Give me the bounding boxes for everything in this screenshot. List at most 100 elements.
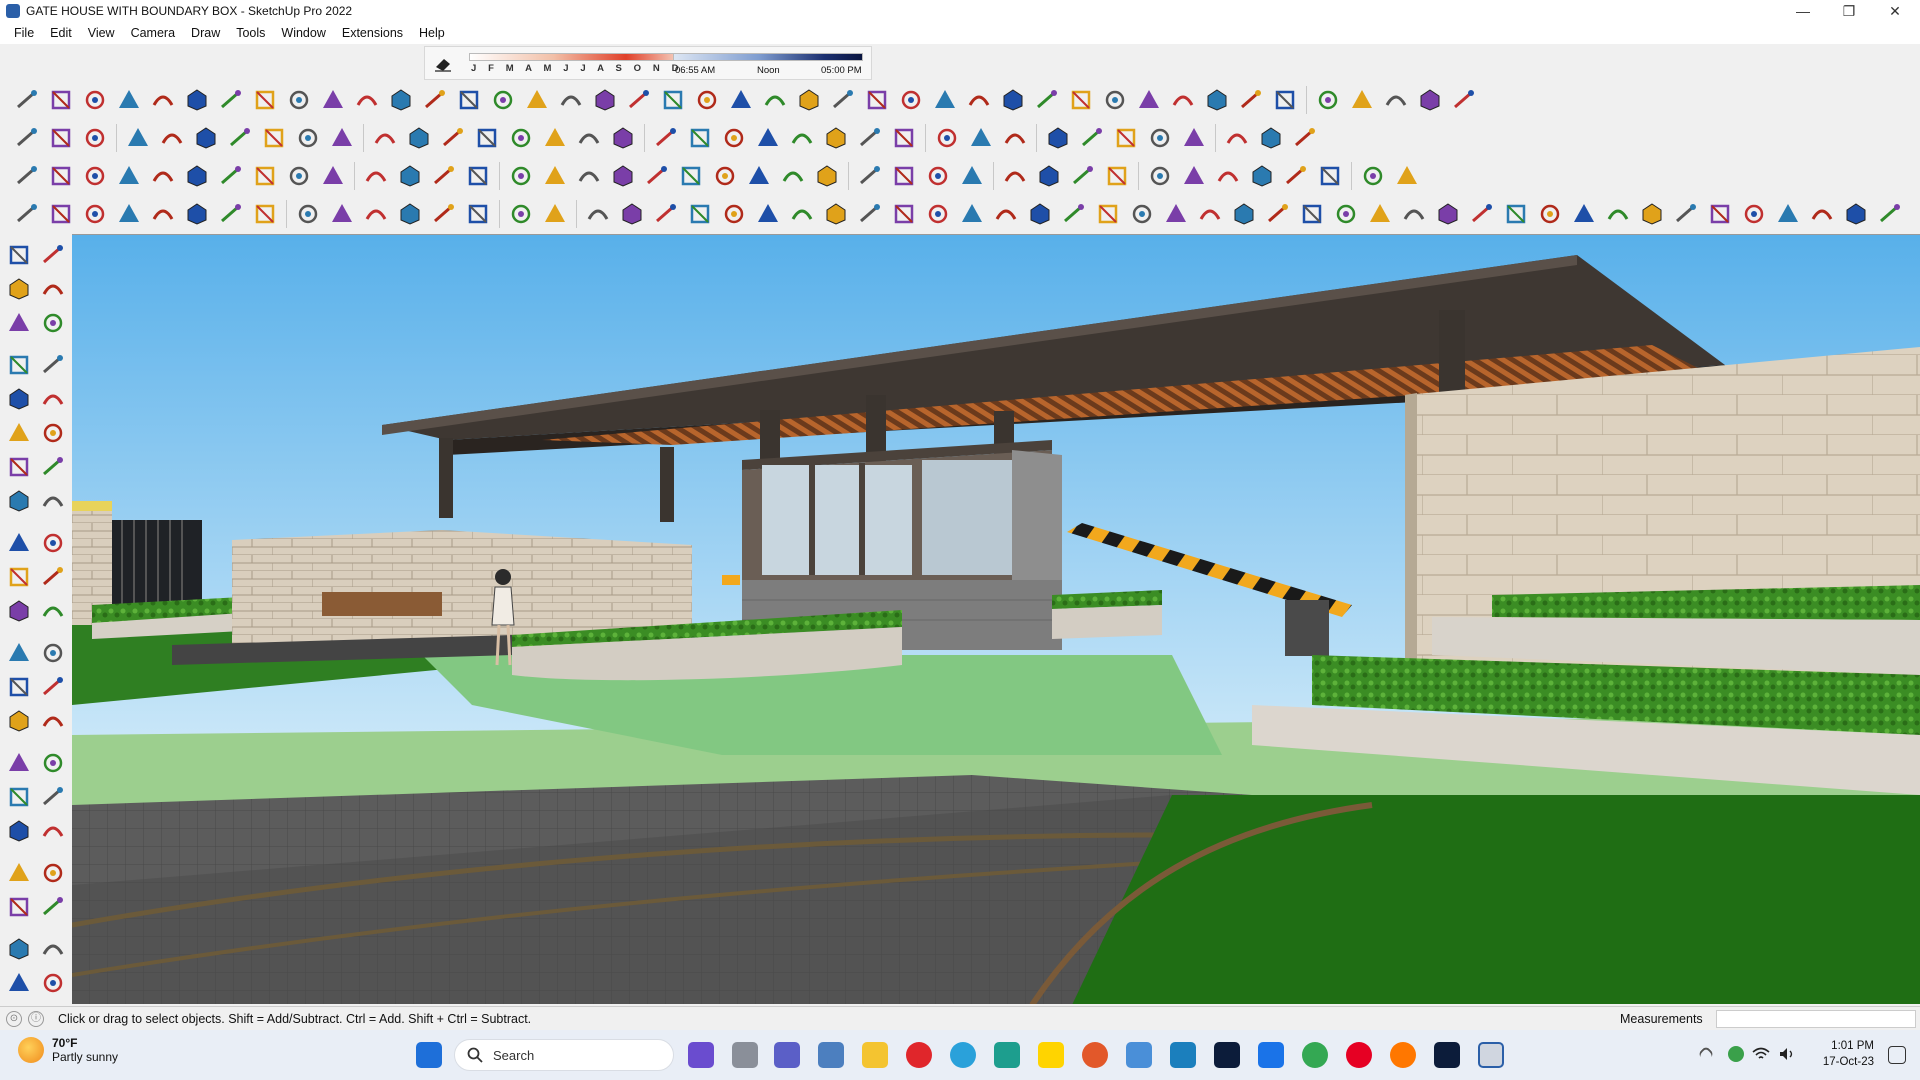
row3-tool-2-icon[interactable] (44, 159, 78, 193)
row2-tool-18-icon[interactable] (606, 121, 640, 155)
menu-view[interactable]: View (80, 26, 123, 40)
row1-tool-18-icon[interactable] (588, 83, 622, 117)
row1-tool-28-icon[interactable] (928, 83, 962, 117)
rectangle-icon[interactable] (2, 382, 36, 416)
row4-tool-10-icon[interactable] (325, 197, 359, 231)
row2-tool-13-icon[interactable] (436, 121, 470, 155)
row4-tool-30-icon[interactable] (1023, 197, 1057, 231)
row3-tool-32-icon[interactable] (1100, 159, 1134, 193)
taskbar-app-telegram-icon[interactable] (950, 1042, 976, 1068)
row4-tool-48-icon[interactable] (1635, 197, 1669, 231)
row2-tool-24-icon[interactable] (819, 121, 853, 155)
row3-tool-17-icon[interactable] (572, 159, 606, 193)
row4-tool-47-icon[interactable] (1601, 197, 1635, 231)
row1-tool-25-icon[interactable] (826, 83, 860, 117)
row3-tool-13-icon[interactable] (427, 159, 461, 193)
row1-tool-20-icon[interactable] (656, 83, 690, 117)
row3-tool-18-icon[interactable] (606, 159, 640, 193)
row1-tool-11-icon[interactable] (350, 83, 384, 117)
row4-tool-43-icon[interactable] (1465, 197, 1499, 231)
taskbar-app-opera-icon[interactable] (906, 1042, 932, 1068)
section-plane-icon[interactable] (36, 890, 70, 924)
row4-tool-32-icon[interactable] (1091, 197, 1125, 231)
row4-tool-42-icon[interactable] (1431, 197, 1465, 231)
row3-tool-25-icon[interactable] (853, 159, 887, 193)
row4-tool-44-icon[interactable] (1499, 197, 1533, 231)
scale-icon[interactable] (2, 594, 36, 628)
row4-tool-9-icon[interactable] (291, 197, 325, 231)
row2-tool-19-icon[interactable] (649, 121, 683, 155)
row4-tool-36-icon[interactable] (1227, 197, 1261, 231)
pan-icon[interactable] (36, 746, 70, 780)
row4-tool-14-icon[interactable] (461, 197, 495, 231)
taskbar-search[interactable]: Search (454, 1039, 674, 1071)
row3-tool-27-icon[interactable] (921, 159, 955, 193)
row4-tool-13-icon[interactable] (427, 197, 461, 231)
row3-tool-37-icon[interactable] (1279, 159, 1313, 193)
row3-tool-28-icon[interactable] (955, 159, 989, 193)
row1-tool-9-icon[interactable] (282, 83, 316, 117)
row4-tool-17-icon[interactable] (581, 197, 615, 231)
row1-tool-15-icon[interactable] (486, 83, 520, 117)
menu-window[interactable]: Window (273, 26, 333, 40)
row1-tool-7-icon[interactable] (214, 83, 248, 117)
zoom-window-icon[interactable] (36, 780, 70, 814)
maximize-button[interactable]: ❐ (1826, 0, 1872, 22)
walk-icon[interactable] (2, 890, 36, 924)
row2-tool-25-icon[interactable] (853, 121, 887, 155)
row1-tool-21-icon[interactable] (690, 83, 724, 117)
wifi-icon[interactable] (1752, 1046, 1770, 1062)
row2-tool-3-icon[interactable] (78, 121, 112, 155)
row1-tool-39-icon[interactable] (1311, 83, 1345, 117)
row4-tool-19-icon[interactable] (649, 197, 683, 231)
menu-help[interactable]: Help (411, 26, 453, 40)
tray-overflow-icon[interactable] (1697, 1045, 1715, 1063)
row2-tool-20-icon[interactable] (683, 121, 717, 155)
row4-tool-15-icon[interactable] (504, 197, 538, 231)
row1-tool-31-icon[interactable] (1030, 83, 1064, 117)
row2-tool-29-icon[interactable] (998, 121, 1032, 155)
row3-tool-16-icon[interactable] (538, 159, 572, 193)
freehand-icon[interactable] (36, 348, 70, 382)
time-slider[interactable] (673, 53, 863, 61)
geo-location-icon[interactable]: ⊙ (6, 1010, 22, 1027)
arc-icon[interactable] (2, 450, 36, 484)
tray-status-icon[interactable] (1728, 1046, 1744, 1062)
row4-tool-11-icon[interactable] (359, 197, 393, 231)
row2-tool-32-icon[interactable] (1109, 121, 1143, 155)
drape-icon[interactable] (36, 966, 70, 1000)
menu-edit[interactable]: Edit (42, 26, 80, 40)
row1-tool-2-icon[interactable] (44, 83, 78, 117)
zoom-previous-icon[interactable] (36, 814, 70, 848)
dimension-icon[interactable] (36, 636, 70, 670)
row3-tool-33-icon[interactable] (1143, 159, 1177, 193)
sandbox-icon[interactable] (36, 932, 70, 966)
taskbar-app-photoshop-icon[interactable] (1214, 1042, 1240, 1068)
row4-tool-16-icon[interactable] (538, 197, 572, 231)
row3-tool-24-icon[interactable] (810, 159, 844, 193)
row1-tool-1-icon[interactable] (10, 83, 44, 117)
row1-tool-24-icon[interactable] (792, 83, 826, 117)
row3-tool-29-icon[interactable] (998, 159, 1032, 193)
taskbar-app-soundcloud-icon[interactable] (1390, 1042, 1416, 1068)
row2-tool-8-icon[interactable] (257, 121, 291, 155)
orbit-icon[interactable] (36, 238, 70, 272)
notifications-icon[interactable] (1888, 1046, 1906, 1064)
row4-tool-38-icon[interactable] (1295, 197, 1329, 231)
row2-tool-37-icon[interactable] (1288, 121, 1322, 155)
row1-tool-40-icon[interactable] (1345, 83, 1379, 117)
row4-tool-51-icon[interactable] (1737, 197, 1771, 231)
taskbar-app-teams-icon[interactable] (688, 1042, 714, 1068)
row2-tool-16-icon[interactable] (538, 121, 572, 155)
row4-tool-50-icon[interactable] (1703, 197, 1737, 231)
taskbar-app-tools-icon[interactable] (1126, 1042, 1152, 1068)
taskbar-app-cad-icon[interactable] (994, 1042, 1020, 1068)
menu-tools[interactable]: Tools (228, 26, 273, 40)
row1-tool-12-icon[interactable] (384, 83, 418, 117)
row4-tool-33-icon[interactable] (1125, 197, 1159, 231)
taskbar-app-pinterest-icon[interactable] (1346, 1042, 1372, 1068)
row4-tool-53-icon[interactable] (1805, 197, 1839, 231)
row1-tool-30-icon[interactable] (996, 83, 1030, 117)
close-button[interactable]: ✕ (1872, 0, 1918, 22)
row2-tool-31-icon[interactable] (1075, 121, 1109, 155)
